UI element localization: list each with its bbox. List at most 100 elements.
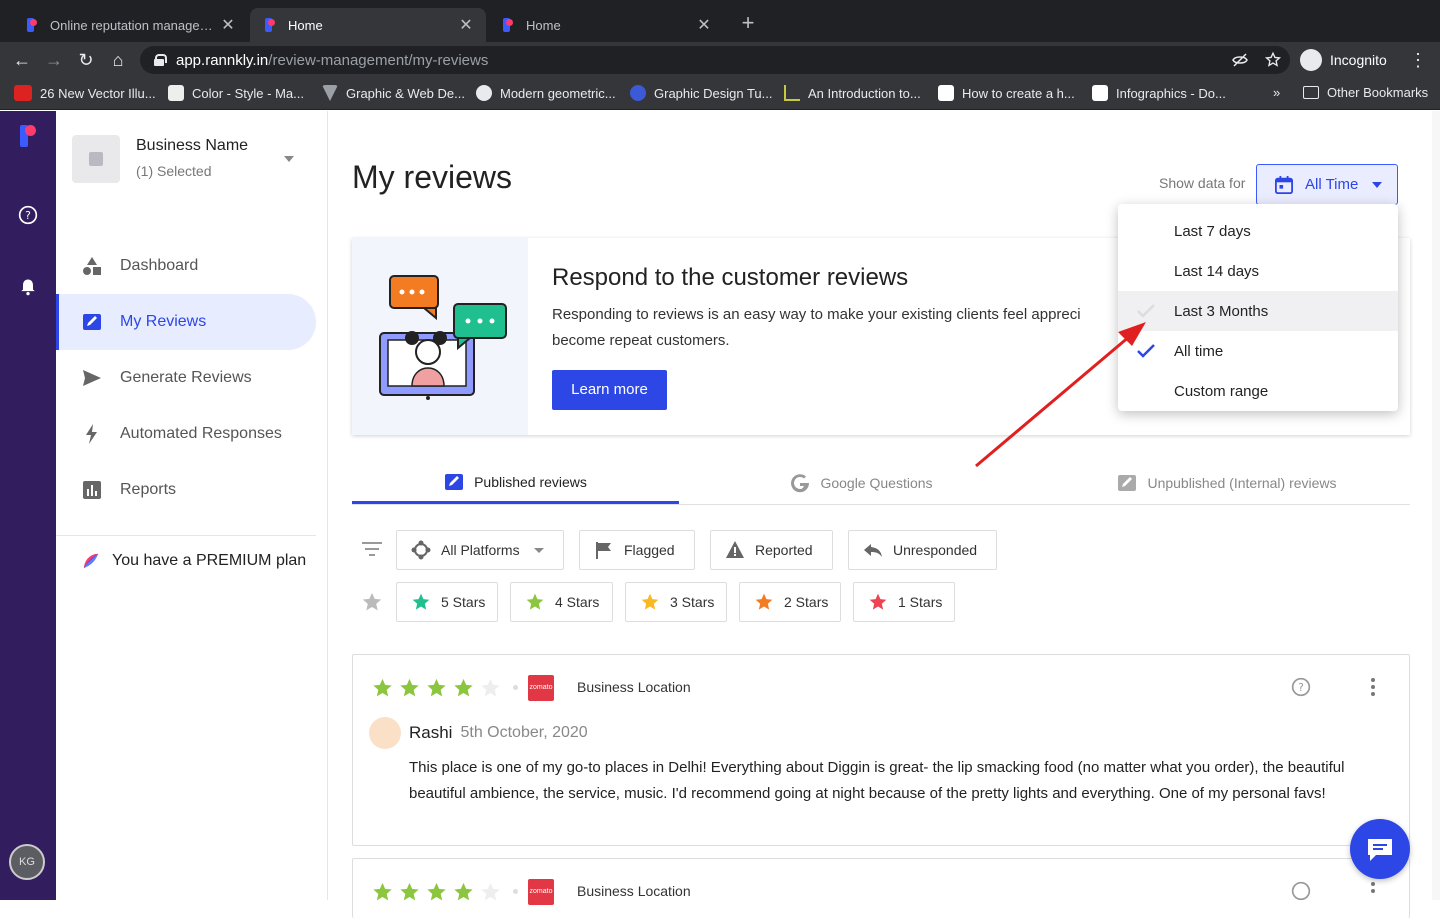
business-icon (72, 135, 120, 183)
bookmark-label: How to create a h... (962, 85, 1075, 101)
scrollbar[interactable] (1432, 111, 1440, 900)
help-icon[interactable]: ? (1291, 677, 1311, 697)
menu-kebab-icon[interactable]: ⋮ (1406, 48, 1430, 72)
unresponded-filter[interactable]: Unresponded (848, 530, 997, 570)
menu-item-last-3-months[interactable]: Last 3 Months (1118, 291, 1398, 331)
bookmarks-bar: 26 New Vector Illu... Color - Style - Ma… (0, 78, 1440, 110)
sidebar-item-dashboard[interactable]: Dashboard (56, 238, 316, 294)
tab-unpublished-reviews[interactable]: Unpublished (Internal) reviews (1044, 462, 1410, 504)
menu-item-custom-range[interactable]: Custom range (1118, 371, 1398, 411)
chevron-down-icon (284, 156, 294, 162)
premium-plan-notice: You have a PREMIUM plan (82, 552, 306, 570)
incognito-icon (1300, 49, 1322, 71)
filter-icon[interactable] (362, 541, 382, 557)
bell-icon[interactable] (18, 277, 38, 297)
star-icon (641, 593, 659, 610)
menu-item-last-7-days[interactable]: Last 7 days (1118, 211, 1398, 251)
sidebar-item-label: Automated Responses (120, 425, 282, 442)
sidebar-item-reports[interactable]: Reports (56, 462, 316, 518)
star-icon (373, 678, 392, 697)
bookmark-item[interactable]: An Introduction to... (784, 85, 921, 101)
review-text: This place is one of my go-to places in … (409, 759, 1345, 802)
help-icon[interactable] (1291, 881, 1311, 901)
filter-1-stars[interactable]: 1 Stars (853, 582, 955, 622)
review-card: zomato Business Location ? Rashi 5th Oct… (352, 654, 1410, 846)
tab-google-questions[interactable]: Google Questions (679, 462, 1044, 504)
tab-published-reviews[interactable]: Published reviews (352, 462, 679, 504)
sidebar-item-automated-responses[interactable]: Automated Responses (56, 406, 316, 462)
other-bookmarks-label: Other Bookmarks (1327, 85, 1429, 100)
filter-3-stars[interactable]: 3 Stars (625, 582, 727, 622)
star-icon (869, 593, 887, 610)
warning-icon (726, 541, 744, 558)
avatar[interactable]: KG (9, 844, 45, 880)
browser-tab[interactable]: Online reputation management ✕ (12, 8, 248, 42)
bookmark-item[interactable]: Modern geometric... (476, 85, 616, 101)
filter-2-stars[interactable]: 2 Stars (739, 582, 841, 622)
new-tab-button[interactable]: + (736, 12, 760, 36)
learn-more-button[interactable]: Learn more (552, 370, 667, 410)
rannkly-favicon (24, 17, 40, 33)
forward-icon[interactable]: → (42, 48, 66, 72)
rannkly-logo-icon[interactable] (20, 125, 36, 147)
bookmark-item[interactable]: How to create a h... (938, 85, 1075, 101)
reported-filter[interactable]: Reported (710, 530, 833, 570)
star-icon (427, 678, 446, 697)
more-options-icon[interactable] (1365, 677, 1381, 697)
caret-down-icon (533, 547, 544, 553)
bookmark-item[interactable]: Graphic Design Tu... (630, 85, 773, 101)
url-host: app.rannkly.in (176, 51, 269, 69)
browser-tab-active[interactable]: Home ✕ (250, 8, 486, 42)
bookmark-label: An Introduction to... (808, 85, 921, 101)
star-icon (755, 593, 773, 610)
pen-icon (1092, 85, 1108, 101)
bookmark-item[interactable]: Graphic & Web De... (322, 85, 465, 101)
incognito-indicator[interactable]: Incognito (1300, 46, 1387, 74)
browser-tab[interactable]: Home ✕ (488, 8, 724, 42)
bookmark-item[interactable]: 26 New Vector Illu... (14, 85, 156, 101)
close-icon[interactable]: ✕ (458, 15, 474, 35)
unresponded-label: Unresponded (893, 542, 978, 558)
filter-4-stars[interactable]: 4 Stars (510, 582, 613, 622)
home-icon[interactable]: ⌂ (106, 48, 130, 72)
back-icon[interactable]: ← (10, 48, 34, 72)
bookmark-star-icon[interactable] (1264, 51, 1282, 69)
flagged-filter[interactable]: Flagged (579, 530, 695, 570)
eye-off-icon[interactable] (1232, 52, 1248, 68)
browser-tab-bar: Online reputation management ✕ Home ✕ Ho… (0, 0, 1440, 42)
date-range-button[interactable]: All Time (1256, 164, 1398, 205)
sidebar-item-label: Reports (120, 481, 177, 498)
bookmarks-overflow[interactable]: » (1273, 85, 1280, 100)
reload-icon[interactable]: ↻ (74, 48, 98, 72)
star-filter-icon[interactable] (361, 591, 383, 613)
filter-5-stars[interactable]: 5 Stars (396, 582, 498, 622)
sidebar-item-label: Generate Reviews (120, 369, 252, 386)
close-icon[interactable]: ✕ (696, 15, 712, 35)
more-options-icon[interactable] (1365, 881, 1381, 901)
address-bar[interactable]: app.rannkly.in/review-management/my-revi… (140, 46, 1290, 74)
tab-label: Unpublished (Internal) reviews (1147, 475, 1337, 491)
close-icon[interactable]: ✕ (220, 15, 236, 35)
tabs-divider (352, 504, 1410, 505)
tab-label: Published reviews (474, 473, 587, 490)
bolt-icon (86, 424, 97, 444)
menu-item-last-14-days[interactable]: Last 14 days (1118, 251, 1398, 291)
banner-text-line1: Responding to reviews is an easy way to … (552, 306, 1081, 323)
sidebar-item-generate-reviews[interactable]: Generate Reviews (56, 350, 316, 406)
sidebar-item-my-reviews[interactable]: My Reviews (56, 294, 316, 350)
help-icon[interactable]: ? (18, 205, 38, 225)
calendar-icon (1275, 175, 1293, 194)
bookmark-item[interactable]: Color - Style - Ma... (168, 85, 304, 101)
chat-icon (1368, 839, 1392, 861)
business-selector[interactable]: Business Name (1) Selected (72, 135, 312, 183)
bookmark-item[interactable]: Infographics - Do... (1092, 85, 1226, 101)
platforms-icon (411, 540, 431, 560)
browser-toolbar: ← → ↻ ⌂ app.rannkly.in/review-management… (0, 42, 1440, 78)
menu-item-all-time[interactable]: All time (1118, 331, 1398, 371)
chat-widget-button[interactable] (1350, 819, 1410, 879)
v-icon (322, 85, 338, 101)
banner-heading: Respond to the customer reviews (552, 264, 909, 291)
platforms-dropdown[interactable]: All Platforms (396, 530, 564, 570)
c-icon (630, 85, 646, 101)
other-bookmarks[interactable]: Other Bookmarks (1303, 85, 1428, 100)
